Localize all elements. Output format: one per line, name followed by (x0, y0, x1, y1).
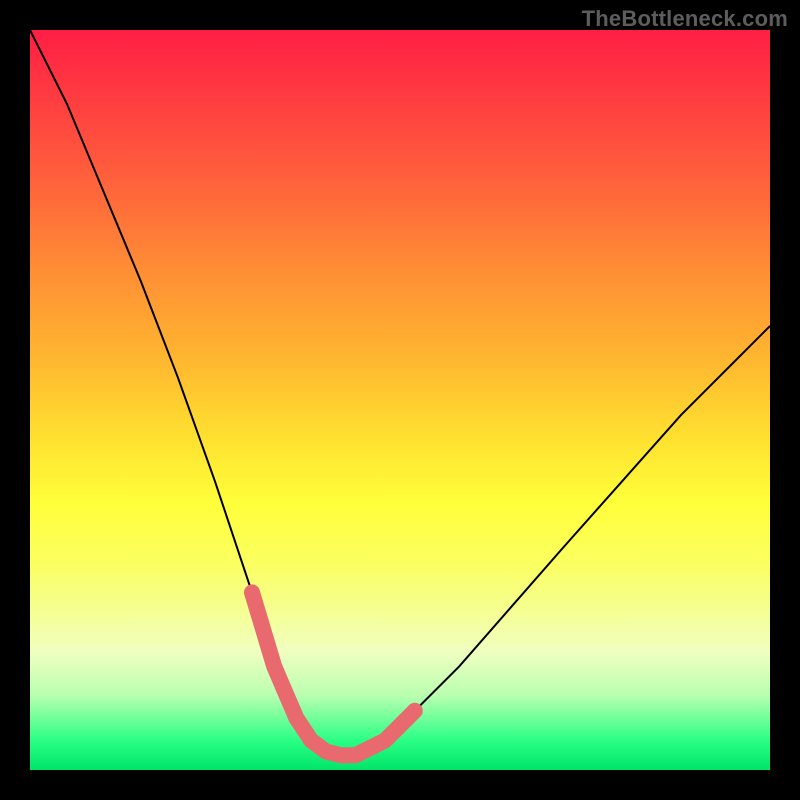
curve-svg (30, 30, 770, 770)
plot-area (30, 30, 770, 770)
watermark-text: TheBottleneck.com (582, 6, 788, 32)
chart-frame: TheBottleneck.com (0, 0, 800, 800)
bottleneck-curve (30, 30, 770, 755)
highlight-segment (252, 592, 415, 755)
